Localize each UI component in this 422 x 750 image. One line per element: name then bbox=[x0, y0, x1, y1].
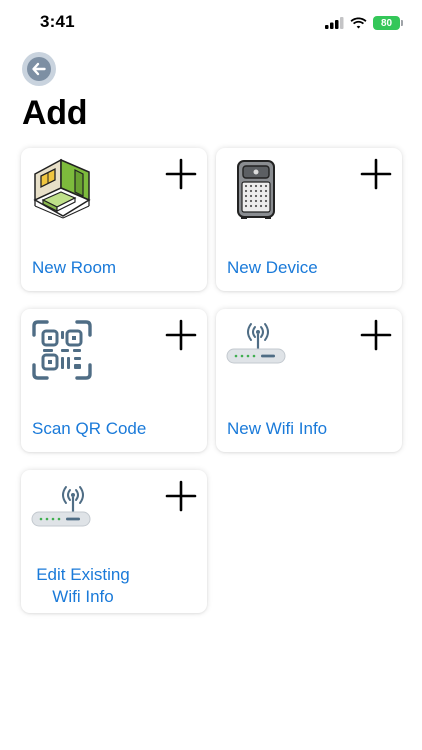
wifi-router-icon bbox=[226, 323, 286, 364]
plus-icon bbox=[360, 319, 392, 351]
card-label-line1: Edit Existing bbox=[36, 565, 130, 584]
wifi-icon bbox=[350, 17, 367, 29]
air-purifier-icon bbox=[237, 160, 275, 219]
plus-icon bbox=[165, 319, 197, 351]
back-arrow-icon bbox=[27, 57, 51, 81]
room-icon bbox=[33, 158, 91, 219]
page-title: Add bbox=[22, 94, 88, 132]
card-label-line2: Wifi Info bbox=[52, 587, 114, 606]
qr-code-icon bbox=[32, 320, 92, 380]
status-bar: 3:41 80 bbox=[0, 0, 422, 46]
card-label: Scan QR Code bbox=[32, 419, 147, 438]
new-wifi-info-card[interactable]: New Wifi Info bbox=[216, 309, 402, 452]
status-time: 3:41 bbox=[40, 12, 75, 31]
cellular-signal-icon bbox=[325, 17, 344, 29]
card-label: New Wifi Info bbox=[227, 419, 328, 438]
plus-icon bbox=[165, 158, 197, 190]
card-label: Edit Existing Wifi Info bbox=[21, 564, 145, 608]
card-label: New Room bbox=[32, 258, 117, 277]
battery-indicator: 80 bbox=[373, 16, 403, 30]
new-room-card[interactable]: New Room bbox=[21, 148, 207, 291]
card-label: New Device bbox=[227, 258, 318, 277]
plus-icon bbox=[165, 480, 197, 512]
back-button[interactable] bbox=[22, 52, 56, 86]
add-screen: 3:41 80 Add New Room New Device Scan QR … bbox=[0, 0, 422, 750]
scan-qr-code-card[interactable]: Scan QR Code bbox=[21, 309, 207, 452]
wifi-router-icon bbox=[31, 486, 91, 527]
edit-existing-wifi-info-card[interactable]: Edit Existing Wifi Info bbox=[21, 470, 207, 613]
plus-icon bbox=[360, 158, 392, 190]
new-device-card[interactable]: New Device bbox=[216, 148, 402, 291]
status-icons: 80 bbox=[325, 14, 403, 32]
